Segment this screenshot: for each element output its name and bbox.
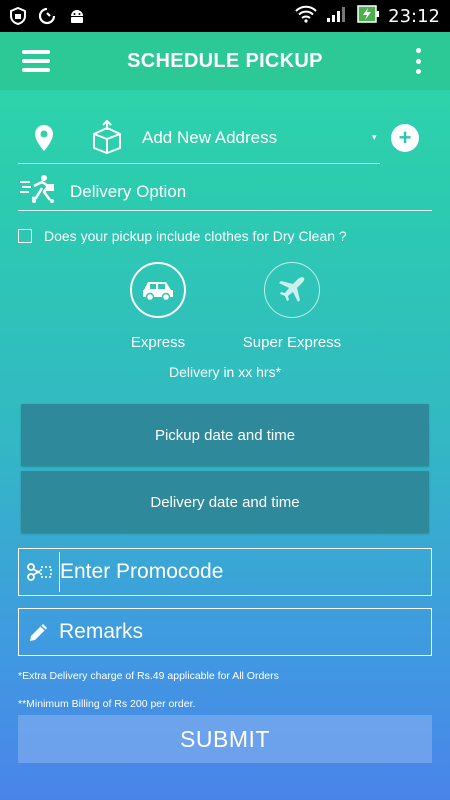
more-options-icon[interactable] <box>416 48 422 74</box>
option-express-label: Express <box>130 334 186 351</box>
address-selector[interactable]: Add New Address ▾ + <box>18 116 432 164</box>
car-icon[interactable] <box>130 262 186 318</box>
remarks-field[interactable] <box>18 608 432 656</box>
location-pin-icon <box>34 124 54 157</box>
app-bar: SCHEDULE PICKUP <box>0 32 450 90</box>
dropdown-arrow-icon[interactable]: ▾ <box>372 132 377 143</box>
dry-clean-checkbox[interactable] <box>18 229 32 243</box>
package-upload-icon <box>90 119 124 159</box>
dry-clean-question: Does your pickup include clothes for Dry… <box>44 228 347 244</box>
option-super-express-label: Super Express <box>242 334 342 351</box>
sync-icon <box>38 7 56 25</box>
add-address-button[interactable]: + <box>391 124 419 152</box>
remarks-input[interactable] <box>59 612 431 652</box>
minimum-billing-note: **Minimum Billing of Rs 200 per order. <box>18 698 196 710</box>
delivery-datetime-button[interactable]: Delivery date and time <box>21 471 429 533</box>
address-placeholder: Add New Address <box>142 128 278 147</box>
address-underline <box>18 163 380 164</box>
airplane-icon[interactable] <box>264 262 320 318</box>
wifi-icon <box>294 5 318 28</box>
submit-button[interactable]: SUBMIT <box>18 715 432 763</box>
delivery-runner-icon <box>20 174 58 209</box>
delivery-option-row[interactable]: Delivery Option <box>18 170 432 211</box>
option-super-express[interactable]: Super Express <box>222 262 362 351</box>
page-title: SCHEDULE PICKUP <box>127 50 323 72</box>
option-express[interactable]: Express <box>88 262 228 351</box>
signal-icon <box>326 5 348 28</box>
pickup-datetime-button[interactable]: Pickup date and time <box>21 404 429 466</box>
pencil-icon <box>19 620 59 644</box>
delivery-option-label: Delivery Option <box>70 182 187 201</box>
delivery-underline <box>18 210 432 211</box>
android-icon <box>68 7 86 25</box>
clock-time: 23:12 <box>388 5 440 27</box>
shield-icon <box>10 7 26 25</box>
status-bar: 23:12 <box>0 0 450 32</box>
scissors-coupon-icon <box>19 562 59 582</box>
battery-charging-icon <box>356 4 380 29</box>
dry-clean-row[interactable]: Does your pickup include clothes for Dry… <box>18 228 347 244</box>
promocode-field[interactable] <box>18 548 432 596</box>
extra-charge-note: *Extra Delivery charge of Rs.49 applicab… <box>18 670 279 682</box>
promocode-input[interactable] <box>59 552 431 592</box>
delivery-time-text: Delivery in xx hrs* <box>168 364 282 380</box>
